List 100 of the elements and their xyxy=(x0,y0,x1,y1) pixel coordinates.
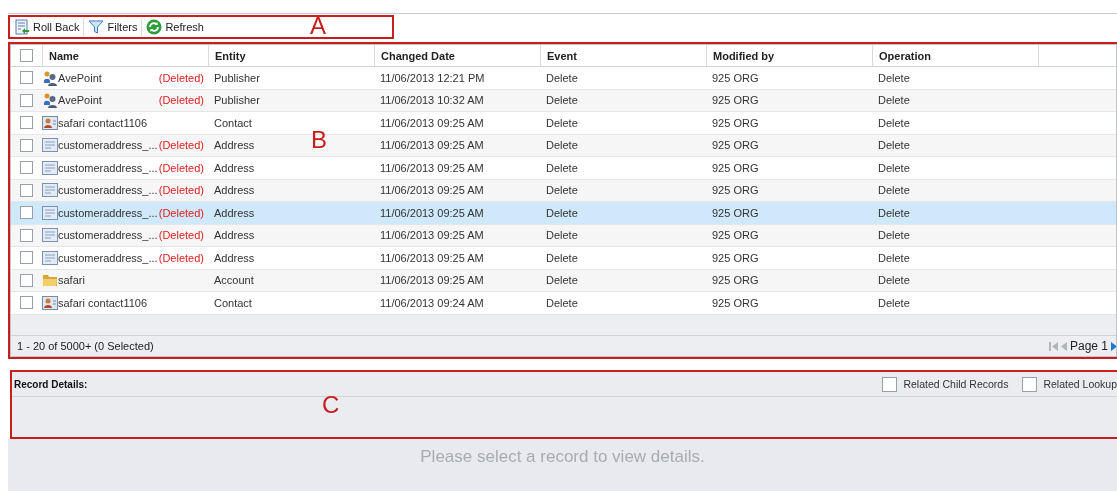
option-checkbox[interactable]: Related Lookup xyxy=(1022,376,1117,392)
table-cell: Delete xyxy=(878,251,910,264)
table-cell: Address xyxy=(214,139,255,152)
record-name: customeraddress_... xyxy=(58,229,159,242)
address-card-icon xyxy=(42,182,58,199)
table-cell: Delete xyxy=(546,71,578,84)
row-checkbox[interactable] xyxy=(20,161,33,175)
annotation-label: C xyxy=(322,393,340,417)
table-cell: Delete xyxy=(546,116,578,129)
table-cell: 11/06/2013 10:32 AM xyxy=(380,94,484,107)
record-count: 1 - 20 of 5000+ (0 Selected) xyxy=(17,340,154,352)
column-header[interactable]: Operation xyxy=(872,45,1038,66)
row-checkbox[interactable] xyxy=(20,206,33,220)
column-header[interactable]: Modified by xyxy=(706,45,872,66)
panel-title: Record Details: xyxy=(14,378,88,390)
people-icon xyxy=(42,69,58,86)
empty-state-message: Please select a record to view details. xyxy=(8,439,1117,491)
option-checkbox[interactable]: Related Child Records xyxy=(882,376,1009,392)
table-cell: Delete xyxy=(878,206,910,219)
row-checkbox[interactable] xyxy=(20,93,33,107)
table-cell: Delete xyxy=(546,251,578,264)
toolbar-button[interactable]: Refresh xyxy=(142,17,208,37)
next-page-icon[interactable] xyxy=(1111,341,1116,351)
column-header[interactable]: Changed Date xyxy=(374,45,540,66)
address-card-icon xyxy=(42,204,58,221)
table-cell: Delete xyxy=(878,296,910,309)
deleted-tag: (Deleted) xyxy=(158,206,208,219)
deleted-tag: (Deleted) xyxy=(158,94,208,107)
refresh-icon xyxy=(146,19,163,35)
table-cell: Address xyxy=(214,251,255,264)
table-cell: Delete xyxy=(546,161,578,174)
deleted-tag: (Deleted) xyxy=(158,161,208,174)
record-name: safari xyxy=(58,274,86,287)
table-cell: Delete xyxy=(546,229,578,242)
table-row[interactable]: customeraddress_...(Deleted) Address 11/06/2013 09:25 AM Delete 925 ORG Delete xyxy=(11,179,1116,202)
people-icon xyxy=(42,92,58,109)
record-name: customeraddress_... xyxy=(58,251,159,264)
table-cell: 925 ORG xyxy=(712,184,759,197)
table-cell: Publisher xyxy=(214,71,260,84)
table-row[interactable]: customeraddress_...(Deleted) Address 11/06/2013 09:25 AM Delete 925 ORG Delete xyxy=(11,247,1116,270)
row-checkbox[interactable] xyxy=(20,296,33,310)
row-checkbox[interactable] xyxy=(20,116,33,130)
column-header[interactable]: Event xyxy=(540,45,706,66)
first-page-icon[interactable] xyxy=(1048,341,1058,351)
table-cell: Address xyxy=(214,229,255,242)
table-row[interactable]: customeraddress_...(Deleted) Address 11/06/2013 09:25 AM Delete 925 ORG Delete xyxy=(11,157,1116,180)
table-cell: Delete xyxy=(878,139,910,152)
row-checkbox[interactable] xyxy=(20,138,33,152)
deleted-tag: (Deleted) xyxy=(158,251,208,264)
row-checkbox[interactable] xyxy=(20,251,33,265)
address-card-icon xyxy=(42,227,58,244)
table-cell: Delete xyxy=(878,71,910,84)
table-cell: 925 ORG xyxy=(712,296,759,309)
table-cell: Delete xyxy=(546,206,578,219)
table-cell: 11/06/2013 09:25 AM xyxy=(380,274,484,287)
select-all-checkbox[interactable] xyxy=(20,49,33,62)
table-cell: 11/06/2013 09:25 AM xyxy=(380,251,484,264)
record-name: customeraddress_... xyxy=(58,184,159,197)
annotation-label: A xyxy=(310,14,326,38)
folder-icon xyxy=(42,272,58,289)
table-row[interactable]: customeraddress_...(Deleted) Address 11/06/2013 09:25 AM Delete 925 ORG Delete xyxy=(11,202,1116,225)
row-checkbox[interactable] xyxy=(20,183,33,197)
record-name: safari contact1106 xyxy=(58,116,149,129)
table-cell: 925 ORG xyxy=(712,274,759,287)
table-cell: Delete xyxy=(546,296,578,309)
table-cell: 11/06/2013 09:24 AM xyxy=(380,296,484,309)
table-row[interactable]: AvePoint (Deleted) Publisher 11/06/2013 12:21 PM Delete 925 ORG Delete xyxy=(11,67,1116,90)
table-cell: 925 ORG xyxy=(712,71,759,84)
row-checkbox[interactable] xyxy=(20,228,33,242)
filter-icon xyxy=(88,19,105,35)
table-cell: 925 ORG xyxy=(712,251,759,264)
table-cell: 11/06/2013 12:21 PM xyxy=(380,71,485,84)
table-cell: 11/06/2013 09:25 AM xyxy=(380,206,484,219)
table-cell: 925 ORG xyxy=(712,229,759,242)
table-row[interactable]: AvePoint (Deleted) Publisher 11/06/2013 10:32 AM Delete 925 ORG Delete xyxy=(11,89,1116,112)
table-cell: Delete xyxy=(878,94,910,107)
table-cell: 11/06/2013 09:25 AM xyxy=(380,116,484,129)
table-row[interactable]: customeraddress_...(Deleted) Address 11/06/2013 09:25 AM Delete 925 ORG Delete xyxy=(11,224,1116,247)
deleted-tag: (Deleted) xyxy=(158,184,208,197)
table-cell: Delete xyxy=(878,116,910,129)
address-card-icon xyxy=(42,249,58,266)
toolbar-button[interactable]: Roll Back xyxy=(11,17,84,37)
table-cell: Delete xyxy=(546,184,578,197)
row-checkbox[interactable] xyxy=(20,273,33,287)
page-number: Page 1 xyxy=(1069,339,1108,353)
previous-page-icon[interactable] xyxy=(1060,341,1067,351)
table-row[interactable]: safari Account 11/06/2013 09:25 AM Delete 925 ORG Delete xyxy=(11,269,1116,292)
table-cell: Delete xyxy=(546,139,578,152)
record-name: customeraddress_... xyxy=(58,161,159,174)
table-cell: Delete xyxy=(878,229,910,242)
column-header[interactable]: Entity xyxy=(208,45,374,66)
table-cell: Contact xyxy=(214,116,252,129)
table-cell: Contact xyxy=(214,296,252,309)
contact-card-icon xyxy=(42,114,58,131)
column-header[interactable]: Name xyxy=(42,45,208,66)
table-cell: 925 ORG xyxy=(712,161,759,174)
contact-card-icon xyxy=(42,294,58,311)
row-checkbox[interactable] xyxy=(20,71,33,85)
table-row[interactable]: safari contact1106 Contact 11/06/2013 09:24 AM Delete 925 ORG Delete xyxy=(11,292,1116,315)
toolbar-button[interactable]: Filters xyxy=(84,17,142,37)
